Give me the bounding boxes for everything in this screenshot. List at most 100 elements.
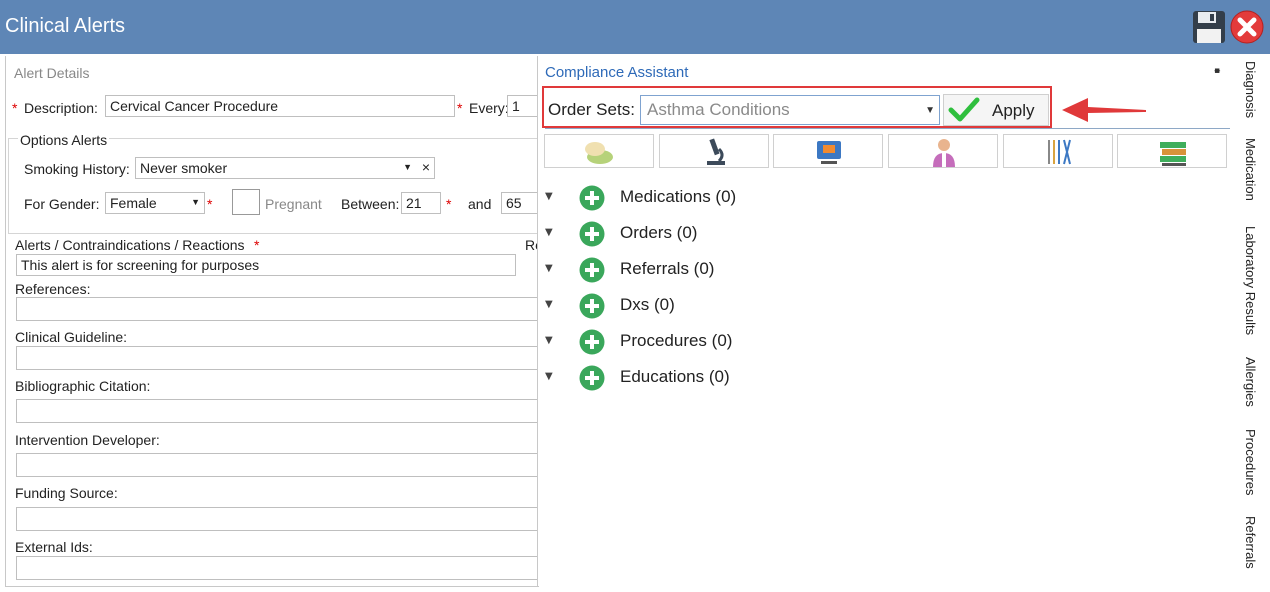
side-tab-procedures[interactable]: Procedures (1243, 429, 1258, 495)
funding-input[interactable] (16, 507, 538, 531)
red-arrow-icon (1062, 98, 1146, 122)
side-tab-diagnosis[interactable]: Diagnosis (1243, 61, 1258, 118)
developer-input[interactable] (16, 453, 538, 477)
toolbar-button-lab[interactable] (659, 134, 769, 168)
doctor-icon (933, 139, 955, 167)
between-input[interactable]: 21 (401, 192, 441, 214)
side-tab-allergies[interactable]: Allergies (1243, 357, 1258, 407)
monitor-icon (817, 141, 841, 164)
and-input[interactable]: 65 (501, 192, 538, 214)
gender-label: For Gender: (24, 196, 100, 212)
divider (545, 128, 1230, 129)
compliance-assistant-title: Compliance Assistant (545, 64, 689, 81)
category-label: Referrals (0) (620, 259, 715, 278)
and-label: and (468, 196, 492, 212)
expand-caret-icon[interactable]: ▼ (545, 191, 553, 202)
required-mark: * (12, 100, 18, 116)
toolbar-button-instruments[interactable] (1003, 134, 1113, 168)
chevron-down-icon[interactable]: ▼ (403, 162, 412, 172)
required-mark: * (457, 100, 463, 116)
close-icon[interactable] (1230, 10, 1264, 44)
gender-value: Female (110, 195, 157, 211)
title-bar (0, 0, 1270, 54)
developer-label: Intervention Developer: (15, 432, 160, 448)
save-icon[interactable] (1192, 10, 1226, 44)
references-input[interactable] (16, 297, 538, 321)
order-sets-select[interactable]: Asthma Conditions ▼ (640, 95, 940, 125)
every-label: Every: (469, 100, 509, 116)
category-row-medications[interactable]: ▼ Medications (0) (545, 183, 945, 213)
citation-label: Bibliographic Citation: (15, 378, 151, 394)
add-plus-icon[interactable] (579, 329, 605, 355)
chevron-down-icon[interactable]: ▼ (191, 197, 200, 207)
category-label: Dxs (0) (620, 295, 675, 314)
pregnant-label: Pregnant (265, 196, 322, 212)
window-title: Clinical Alerts (5, 15, 126, 37)
citation-input[interactable] (16, 399, 538, 423)
microscope-icon (707, 138, 725, 165)
guideline-label: Clinical Guideline: (15, 329, 128, 345)
gender-select[interactable]: Female ▼ (105, 192, 205, 214)
category-row-procedures[interactable]: ▼ Procedures (0) (545, 327, 945, 357)
add-plus-icon[interactable] (579, 365, 605, 391)
add-plus-icon[interactable] (579, 293, 605, 319)
alert-details-title: Alert Details (14, 65, 90, 81)
every-input[interactable]: 1 (507, 95, 538, 117)
side-tabs: Diagnosis Medication Laboratory Results … (1237, 56, 1270, 592)
expand-caret-icon[interactable]: ▼ (545, 263, 553, 274)
instruments-icon (1048, 139, 1071, 165)
smoking-history-select[interactable]: Never smoker ▼ × (135, 157, 435, 179)
side-tab-laboratory-results[interactable]: Laboratory Results (1243, 226, 1258, 335)
add-plus-icon[interactable] (579, 221, 605, 247)
pregnant-checkbox[interactable] (232, 189, 260, 215)
external-ids-label: External Ids: (15, 539, 93, 555)
pills-icon (585, 142, 613, 164)
clear-icon[interactable]: × (422, 159, 430, 175)
add-plus-icon[interactable] (579, 257, 605, 283)
description-label: Description: (24, 100, 98, 116)
order-sets-value: Asthma Conditions (647, 100, 790, 119)
external-ids-input[interactable] (16, 556, 538, 580)
between-label: Between: (341, 196, 400, 212)
checkmark-icon (948, 97, 980, 122)
required-mark: * (446, 196, 452, 212)
category-label: Procedures (0) (620, 331, 733, 350)
expand-caret-icon[interactable]: ▼ (545, 227, 553, 238)
category-label: Educations (0) (620, 367, 730, 386)
expand-caret-icon[interactable]: ▼ (545, 299, 553, 310)
required-mark: * (207, 196, 213, 212)
category-row-referrals[interactable]: ▼ Referrals (0) (545, 255, 945, 285)
category-label: Medications (0) (620, 187, 737, 206)
books-icon (1160, 142, 1186, 166)
toolbar-button-monitor[interactable] (773, 134, 883, 168)
funding-label: Funding Source: (15, 485, 118, 501)
alerts-input[interactable]: This alert is for screening for purposes (16, 254, 516, 276)
category-row-dxs[interactable]: ▼ Dxs (0) (545, 291, 945, 321)
guideline-input[interactable] (16, 346, 538, 370)
apply-button[interactable]: Apply (943, 94, 1049, 126)
add-plus-icon[interactable] (579, 185, 605, 211)
alert-details-panel: Alert Details * Description: Cervical Ca… (5, 56, 539, 587)
apply-label: Apply (992, 101, 1035, 120)
side-tab-medication[interactable]: Medication (1243, 138, 1258, 201)
toolbar-button-pills[interactable] (544, 134, 654, 168)
description-input[interactable]: Cervical Cancer Procedure (105, 95, 455, 117)
order-sets-label: Order Sets: (548, 100, 635, 119)
smoking-history-label: Smoking History: (24, 161, 130, 177)
required-mark: * (254, 237, 260, 253)
toolbar-button-education[interactable] (1117, 134, 1227, 168)
category-row-orders[interactable]: ▼ Orders (0) (545, 219, 945, 249)
pin-icon[interactable]: ▪̶ (1214, 66, 1220, 76)
toolbar-button-doctor[interactable] (888, 134, 998, 168)
side-tab-referrals[interactable]: Referrals (1243, 516, 1258, 569)
smoking-history-value: Never smoker (140, 160, 228, 176)
category-row-educations[interactable]: ▼ Educations (0) (545, 363, 945, 393)
options-alerts-title: Options Alerts (18, 132, 110, 148)
references-label: References: (15, 281, 91, 297)
category-label: Orders (0) (620, 223, 698, 242)
options-alerts-group (8, 138, 538, 234)
alerts-label: Alerts / Contraindications / Reactions (15, 237, 245, 253)
expand-caret-icon[interactable]: ▼ (545, 371, 553, 382)
expand-caret-icon[interactable]: ▼ (545, 335, 553, 346)
chevron-down-icon[interactable]: ▼ (925, 105, 935, 116)
